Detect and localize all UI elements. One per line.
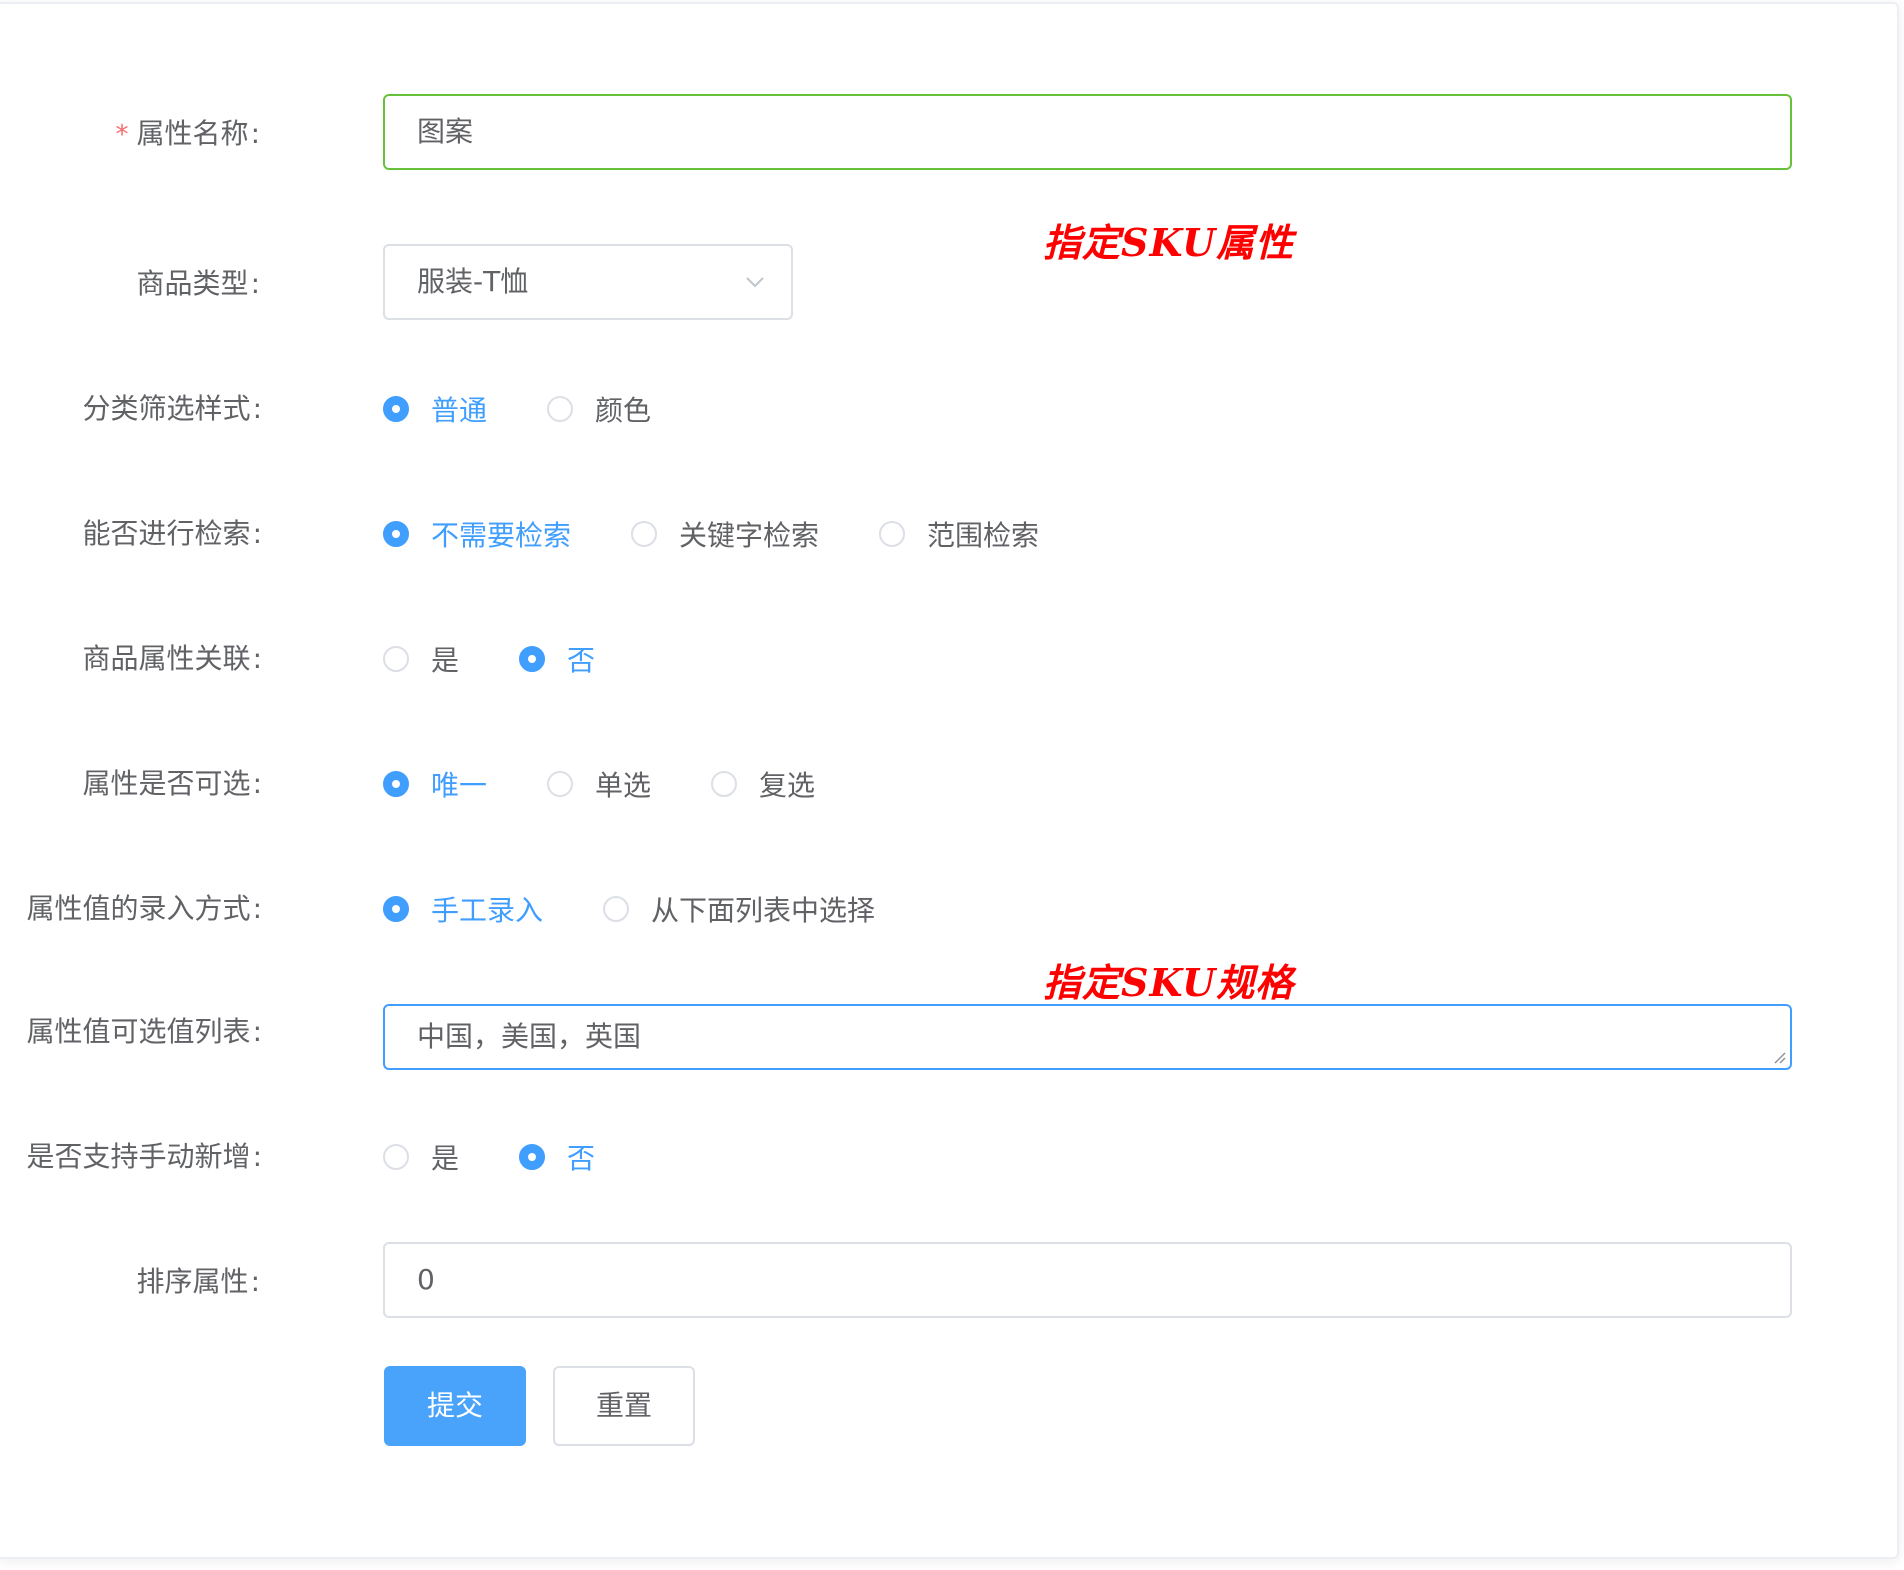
chevron-down-icon xyxy=(746,277,764,288)
radio-dot xyxy=(383,896,409,922)
input-mode-label: 属性值的录入方式: xyxy=(26,892,262,925)
radio-manual-yes[interactable]: 是 xyxy=(383,1137,459,1177)
radio-dot xyxy=(383,396,409,422)
radio-manual-no[interactable]: 否 xyxy=(519,1137,595,1177)
searchable-row: 能否进行检索: 不需要检索 关键字检索 范围检索 xyxy=(0,494,1800,574)
selectable-row: 属性是否可选: 唯一 单选 复选 xyxy=(0,744,1800,824)
manual-add-label: 是否支持手动新增: xyxy=(26,1140,262,1173)
radio-search-range[interactable]: 范围检索 xyxy=(879,514,1039,554)
annotation-sku-spec: 指定SKU规格 xyxy=(1043,960,1295,1005)
input-mode-radio-group: 手工录入 从下面列表中选择 xyxy=(383,869,935,949)
relation-label: 商品属性关联: xyxy=(82,642,262,675)
radio-dot xyxy=(519,1144,546,1170)
radio-dot xyxy=(603,896,630,922)
radio-dot xyxy=(631,521,658,547)
radio-dot xyxy=(383,1144,409,1170)
filter-style-radio-group: 普通 颜色 xyxy=(383,369,711,449)
manual-add-radio-group: 是 否 xyxy=(383,1117,655,1197)
radio-filter-color[interactable]: 颜色 xyxy=(547,389,651,429)
reset-button[interactable]: 重置 xyxy=(553,1366,695,1446)
radio-dot xyxy=(547,396,574,422)
filter-style-label: 分类筛选样式: xyxy=(82,392,262,425)
radio-dot xyxy=(711,771,738,797)
product-type-select[interactable]: 服装-T恤 xyxy=(383,244,793,320)
radio-dot xyxy=(383,646,409,672)
product-type-value: 服装-T恤 xyxy=(417,265,529,298)
value-list-label: 属性值可选值列表: xyxy=(26,1015,262,1048)
selectable-label: 属性是否可选: xyxy=(82,767,262,800)
searchable-label: 能否进行检索: xyxy=(82,517,262,550)
attr-name-input[interactable]: 图案 xyxy=(383,94,1792,170)
relation-row: 商品属性关联: 是 否 xyxy=(0,619,1800,699)
sort-input[interactable]: 0 xyxy=(383,1242,1792,1318)
radio-relation-no[interactable]: 否 xyxy=(519,639,595,679)
form-card: * 属性名称: 图案 指定SKU属性 商品类型: 服装-T恤 分类筛选样式: 普通 xyxy=(0,2,1899,1559)
resize-handle-icon[interactable] xyxy=(1772,1050,1786,1064)
product-type-label: 商品类型: xyxy=(136,267,260,300)
radio-dot xyxy=(547,771,574,797)
radio-dot xyxy=(383,771,409,797)
radio-search-keyword[interactable]: 关键字检索 xyxy=(631,514,819,554)
radio-input-manual[interactable]: 手工录入 xyxy=(383,889,543,929)
relation-radio-group: 是 否 xyxy=(383,619,655,699)
value-list-textarea[interactable]: 中国，美国，英国 xyxy=(383,1004,1792,1070)
radio-select-multi[interactable]: 复选 xyxy=(711,764,815,804)
radio-dot xyxy=(383,521,409,547)
required-mark: * xyxy=(115,120,129,150)
radio-select-single[interactable]: 单选 xyxy=(547,764,651,804)
radio-relation-yes[interactable]: 是 xyxy=(383,639,459,679)
radio-dot xyxy=(519,646,546,672)
selectable-radio-group: 唯一 单选 复选 xyxy=(383,744,875,824)
input-mode-row: 属性值的录入方式: 手工录入 从下面列表中选择 xyxy=(0,869,1800,949)
radio-input-list[interactable]: 从下面列表中选择 xyxy=(603,889,875,929)
product-type-row: 商品类型: 服装-T恤 xyxy=(0,244,1800,324)
submit-button[interactable]: 提交 xyxy=(384,1366,526,1446)
attr-name-label: * 属性名称: xyxy=(115,117,260,150)
manual-add-row: 是否支持手动新增: 是 否 xyxy=(0,1117,1800,1197)
sort-row: 排序属性: 0 xyxy=(0,1242,1800,1322)
sort-label: 排序属性: xyxy=(136,1265,260,1298)
attr-name-row: * 属性名称: 图案 xyxy=(0,94,1800,174)
radio-filter-normal[interactable]: 普通 xyxy=(383,389,487,429)
value-list-row: 属性值可选值列表: 中国，美国，英国 xyxy=(0,1004,1800,1074)
radio-select-unique[interactable]: 唯一 xyxy=(383,764,487,804)
radio-dot xyxy=(879,521,906,547)
filter-style-row: 分类筛选样式: 普通 颜色 xyxy=(0,369,1800,449)
searchable-radio-group: 不需要检索 关键字检索 范围检索 xyxy=(383,494,1099,574)
radio-search-none[interactable]: 不需要检索 xyxy=(383,514,571,554)
